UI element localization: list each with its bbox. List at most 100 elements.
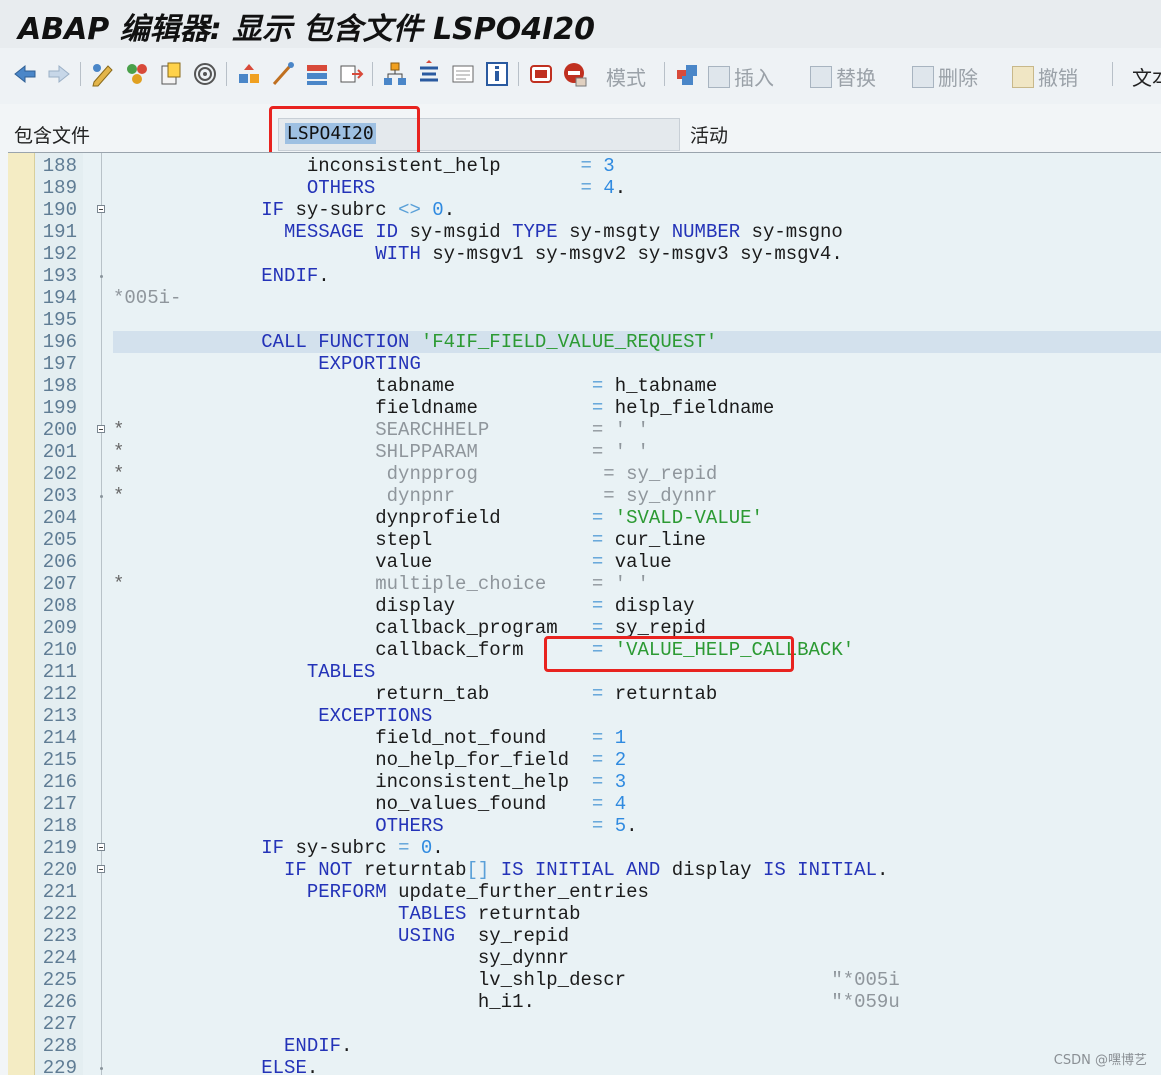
fold-end-icon xyxy=(100,1067,103,1070)
code-token: dynpprog = sy_repid xyxy=(124,463,718,485)
code-line[interactable]: 206 value = value xyxy=(8,551,1161,573)
hierarchy-icon[interactable] xyxy=(382,60,408,88)
code-line[interactable]: 214 field_not_found = 1 xyxy=(8,727,1161,749)
code-line[interactable]: 218 OTHERS = 5. xyxy=(8,815,1161,837)
code-line[interactable]: 193 ENDIF. xyxy=(8,265,1161,287)
code-line[interactable]: 192 WITH sy-msgv1 sy-msgv2 sy-msgv3 sy-m… xyxy=(8,243,1161,265)
breakpoint-icon[interactable] xyxy=(450,60,476,88)
code-token: display xyxy=(660,859,763,881)
replace-icon xyxy=(810,66,832,88)
code-line[interactable]: 204 dynprofield = 'SVALD-VALUE' xyxy=(8,507,1161,529)
code-line[interactable]: 217 no_values_found = 4 xyxy=(8,793,1161,815)
fold-toggle-icon[interactable] xyxy=(97,843,105,851)
object-list-icon[interactable] xyxy=(270,60,296,88)
code-line[interactable]: 201 * SHLPPARAM = ' ' xyxy=(8,441,1161,463)
line-number: 194 xyxy=(42,287,77,309)
code-token: "*059u xyxy=(831,991,900,1013)
code-line[interactable]: 222 TABLES returntab xyxy=(8,903,1161,925)
code-line[interactable]: 199 fieldname = help_fieldname xyxy=(8,397,1161,419)
line-number: 216 xyxy=(42,771,77,793)
code-line[interactable]: 212 return_tab = returntab xyxy=(8,683,1161,705)
code-token: help_fieldname xyxy=(603,397,775,419)
code-line[interactable]: 202 * dynpprog = sy_repid xyxy=(8,463,1161,485)
code-line[interactable]: 200 * SEARCHHELP = ' ' xyxy=(8,419,1161,441)
pattern-icon[interactable] xyxy=(674,60,700,88)
code-token: 3 xyxy=(614,771,627,793)
code-line[interactable]: 229 ELSE. xyxy=(8,1057,1161,1075)
line-number: 199 xyxy=(42,397,77,419)
code-line[interactable]: 216 inconsistent_help = 3 xyxy=(8,771,1161,793)
replace-button[interactable]: 替换 xyxy=(810,62,876,91)
code-line[interactable]: 225 lv_shlp_descr "*005i xyxy=(8,969,1161,991)
code-line[interactable]: 224 sy_dynnr xyxy=(8,947,1161,969)
code-line[interactable]: 191 MESSAGE ID sy-msgid TYPE sy-msgty NU… xyxy=(8,221,1161,243)
code-line[interactable]: 221 PERFORM update_further_entries xyxy=(8,881,1161,903)
code-token: * xyxy=(113,573,125,595)
code-line[interactable]: 196 CALL FUNCTION 'F4IF_FIELD_VALUE_REQU… xyxy=(8,331,1161,353)
code-line[interactable]: 207 * multiple_choice = ' ' xyxy=(8,573,1161,595)
stop-icon[interactable] xyxy=(562,60,588,88)
code-token: callback_program xyxy=(113,617,592,639)
other-object-icon[interactable] xyxy=(124,60,150,88)
line-number: 214 xyxy=(42,727,77,749)
code-line[interactable]: 215 no_help_for_field = 2 xyxy=(8,749,1161,771)
code-line[interactable]: 194 *005i- xyxy=(8,287,1161,309)
code-token: sy_dynnr xyxy=(113,947,570,969)
code-token: ENDIF xyxy=(284,1035,342,1057)
code-line[interactable]: 227 xyxy=(8,1013,1161,1035)
code-token: <> xyxy=(398,199,421,221)
title-bar: ABAP 编辑器: 显示 包含文件 LSPO4I20 xyxy=(0,0,1161,49)
code-editor[interactable]: 188 inconsistent_help = 3 189 OTHERS = 4.… xyxy=(8,152,1161,1075)
fold-toggle-icon[interactable] xyxy=(97,205,105,213)
code-token: field_not_found xyxy=(113,727,592,749)
code-text: value = value xyxy=(113,551,1161,573)
code-line[interactable]: 219 IF sy-subrc = 0. xyxy=(8,837,1161,859)
code-line[interactable]: 223 USING sy_repid xyxy=(8,925,1161,947)
mode-button[interactable]: 模式 xyxy=(606,62,646,91)
code-line[interactable]: 203 * dynpnr = sy_dynnr xyxy=(8,485,1161,507)
insert-button[interactable]: 插入 xyxy=(708,62,774,91)
code-text: field_not_found = 1 xyxy=(113,727,1161,749)
code-text: no_values_found = 4 xyxy=(113,793,1161,815)
code-token: ENDIF xyxy=(261,265,319,287)
code-token: TABLES xyxy=(398,903,467,925)
navigation-icon[interactable] xyxy=(304,60,330,88)
syntax-check-icon[interactable] xyxy=(192,60,218,88)
code-line[interactable]: 205 stepl = cur_line xyxy=(8,529,1161,551)
forward-arrow-icon[interactable] xyxy=(46,60,72,88)
code-token: tabname xyxy=(113,375,592,397)
help-icon[interactable] xyxy=(484,60,510,88)
delete-button[interactable]: 删除 xyxy=(912,62,978,91)
code-line[interactable]: 226 h_i1. "*059u xyxy=(8,991,1161,1013)
code-line[interactable]: 190 IF sy-subrc <> 0. xyxy=(8,199,1161,221)
text-button[interactable]: 文本 xyxy=(1132,62,1161,91)
fold-toggle-icon[interactable] xyxy=(97,865,105,873)
code-line[interactable]: 220 IF NOT returntab[] IS INITIAL AND di… xyxy=(8,859,1161,881)
code-token: = xyxy=(591,683,604,705)
code-token: "*005i xyxy=(831,969,900,991)
line-number: 200 xyxy=(42,419,77,441)
debug-icon[interactable] xyxy=(528,60,554,88)
code-token: CALL FUNCTION xyxy=(261,331,410,353)
undo-button[interactable]: 撤销 xyxy=(1012,62,1078,91)
enhance-icon[interactable] xyxy=(416,60,442,88)
edit-toggle-icon[interactable] xyxy=(90,60,116,88)
code-line[interactable]: 197 EXPORTING xyxy=(8,353,1161,375)
code-line[interactable]: 213 EXCEPTIONS xyxy=(8,705,1161,727)
code-line[interactable]: 228 ENDIF. xyxy=(8,1035,1161,1057)
fold-toggle-icon[interactable] xyxy=(97,425,105,433)
code-line[interactable]: 195 xyxy=(8,309,1161,331)
where-used-icon[interactable] xyxy=(236,60,262,88)
display-object-list-icon[interactable] xyxy=(338,60,364,88)
back-arrow-icon[interactable] xyxy=(12,60,38,88)
code-line[interactable]: 188 inconsistent_help = 3 xyxy=(8,155,1161,177)
activate-icon[interactable] xyxy=(158,60,184,88)
code-line[interactable]: 189 OTHERS = 4. xyxy=(8,177,1161,199)
code-token: lv_shlp_descr xyxy=(113,969,832,991)
code-line[interactable]: 198 tabname = h_tabname xyxy=(8,375,1161,397)
code-line[interactable]: 208 display = display xyxy=(8,595,1161,617)
